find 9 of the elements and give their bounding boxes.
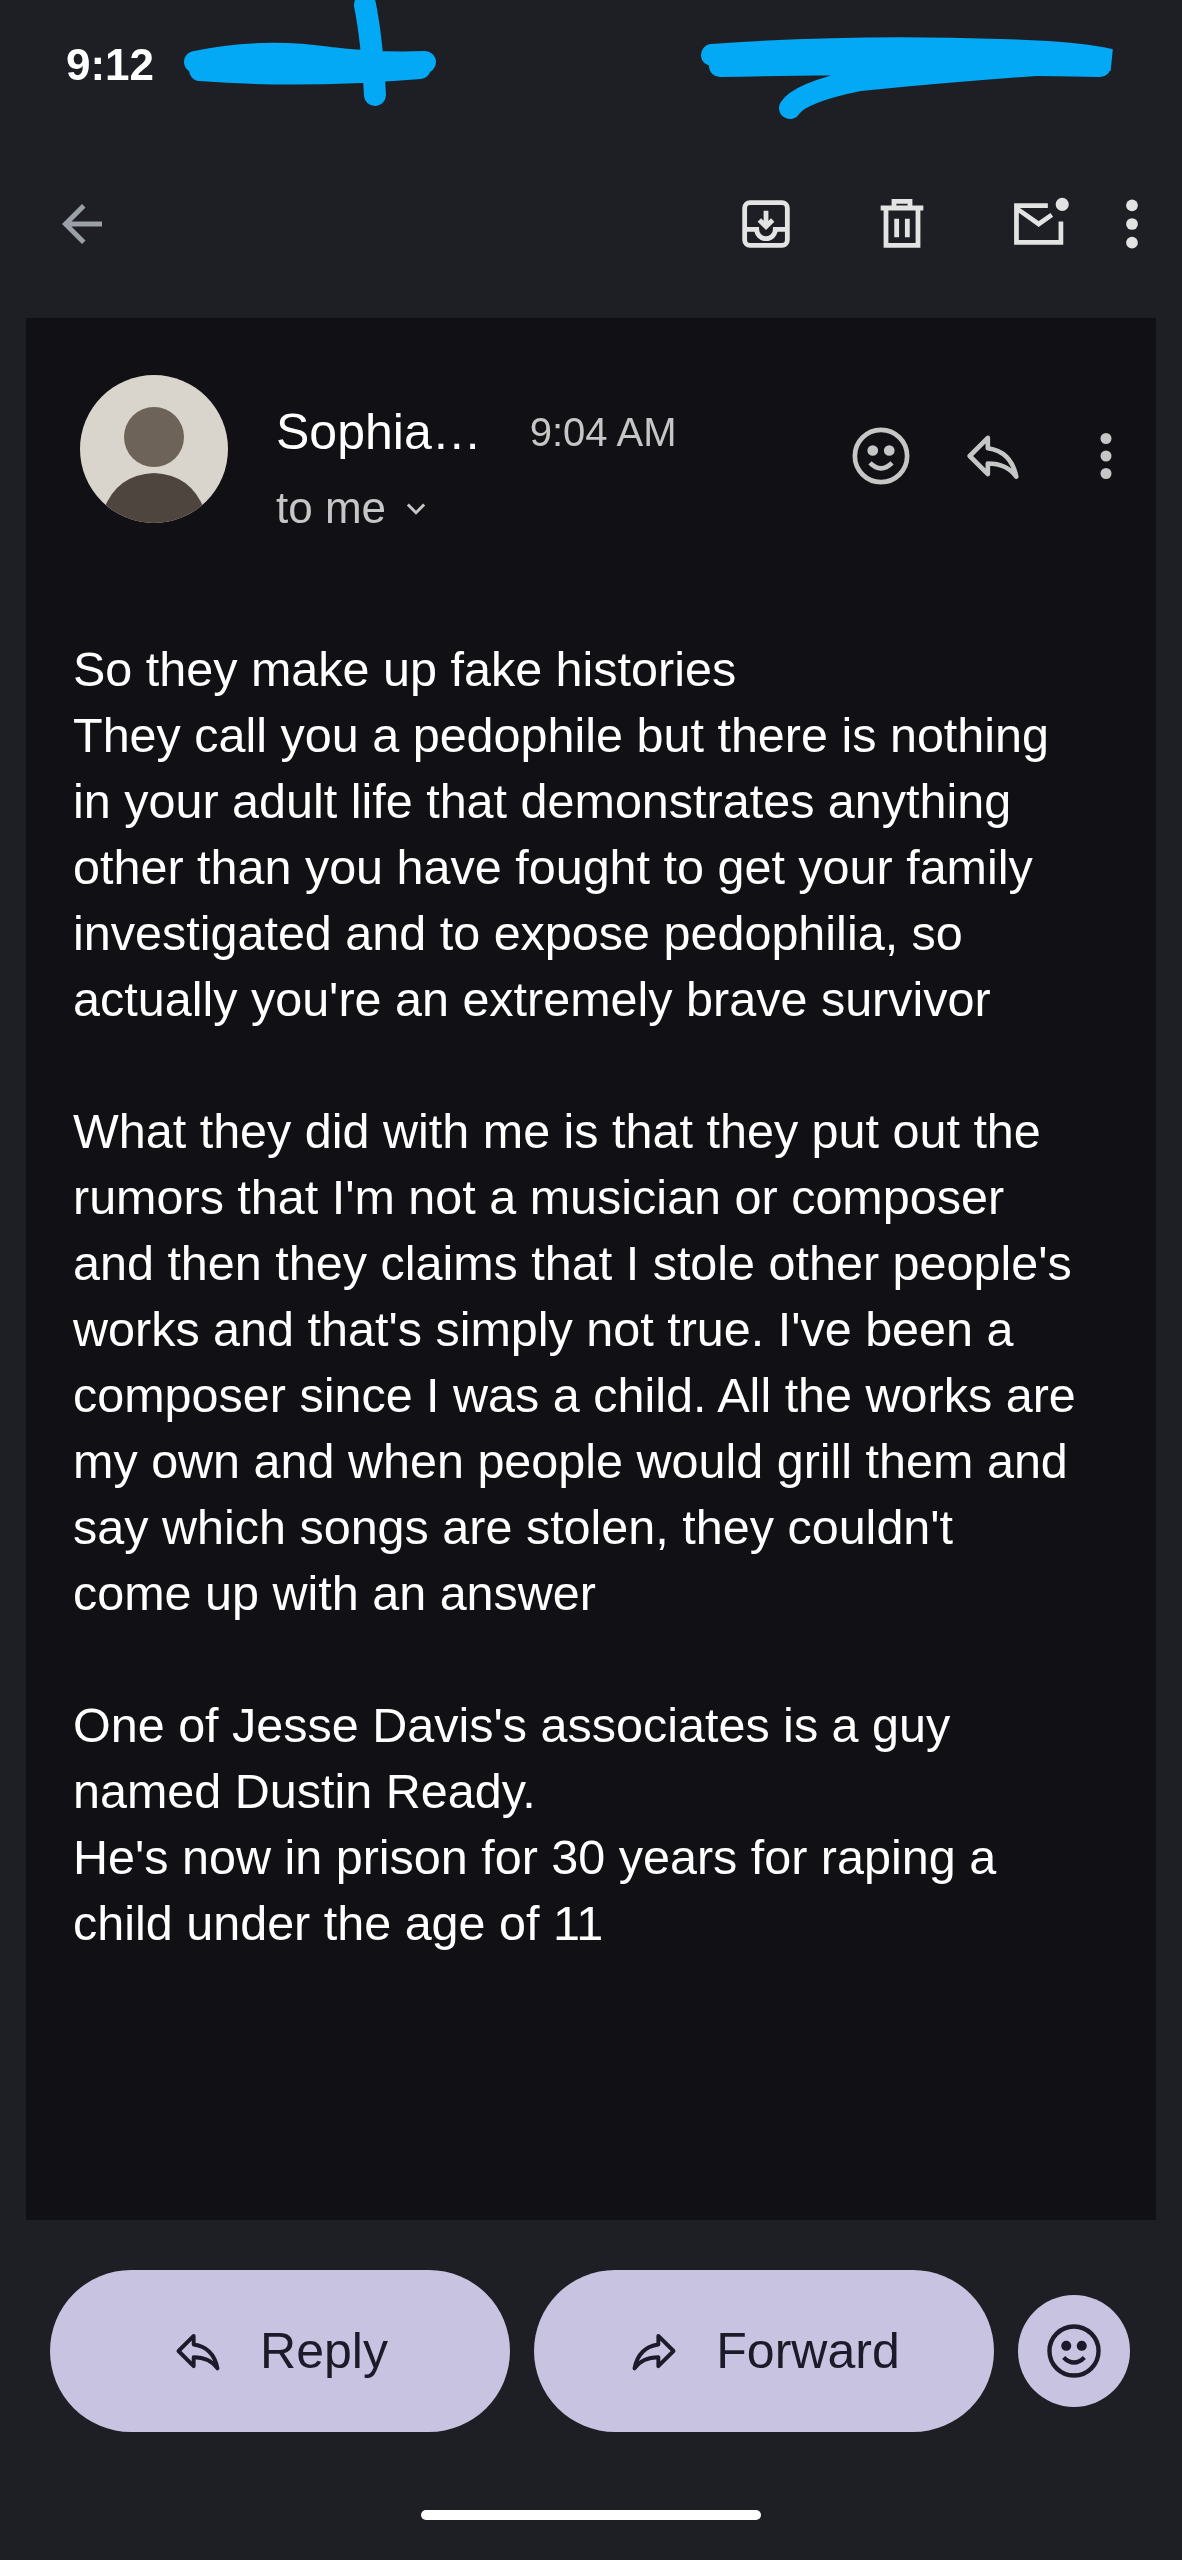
message-paragraph: What they did with me is that they put out the rumors that I'm not a musician or composer and then they claims that I stole other people's works and that's simply not true. I've been a composer since I was a child. All the works are my own and when people would grill them and say which songs are stolen, they couldn't come up with an answer xyxy=(73,1103,1077,1622)
sender-name: Sophia… xyxy=(276,404,482,460)
forward-button[interactable]: Forward xyxy=(534,2270,994,2432)
message-paragraph: So they make up fake histories They call you a pedophile but there is nothing in your adult life that demonstrates anything other than you have fought to get your family investigated and to expose pedophilia, so actually you're an extremely brave survivor xyxy=(73,641,1051,1028)
recipient-details-toggle[interactable]: to me xyxy=(276,475,431,541)
message-paragraph: One of Jesse Davis's associates is a guy named Dustin Ready. He's now in prison for 30 years for raping a child under the age of 11 xyxy=(73,1697,998,1952)
reply-button[interactable]: Reply xyxy=(50,2270,510,2432)
email-time: 9:04 AM xyxy=(529,409,677,456)
status-time: 9:12 xyxy=(66,40,155,89)
